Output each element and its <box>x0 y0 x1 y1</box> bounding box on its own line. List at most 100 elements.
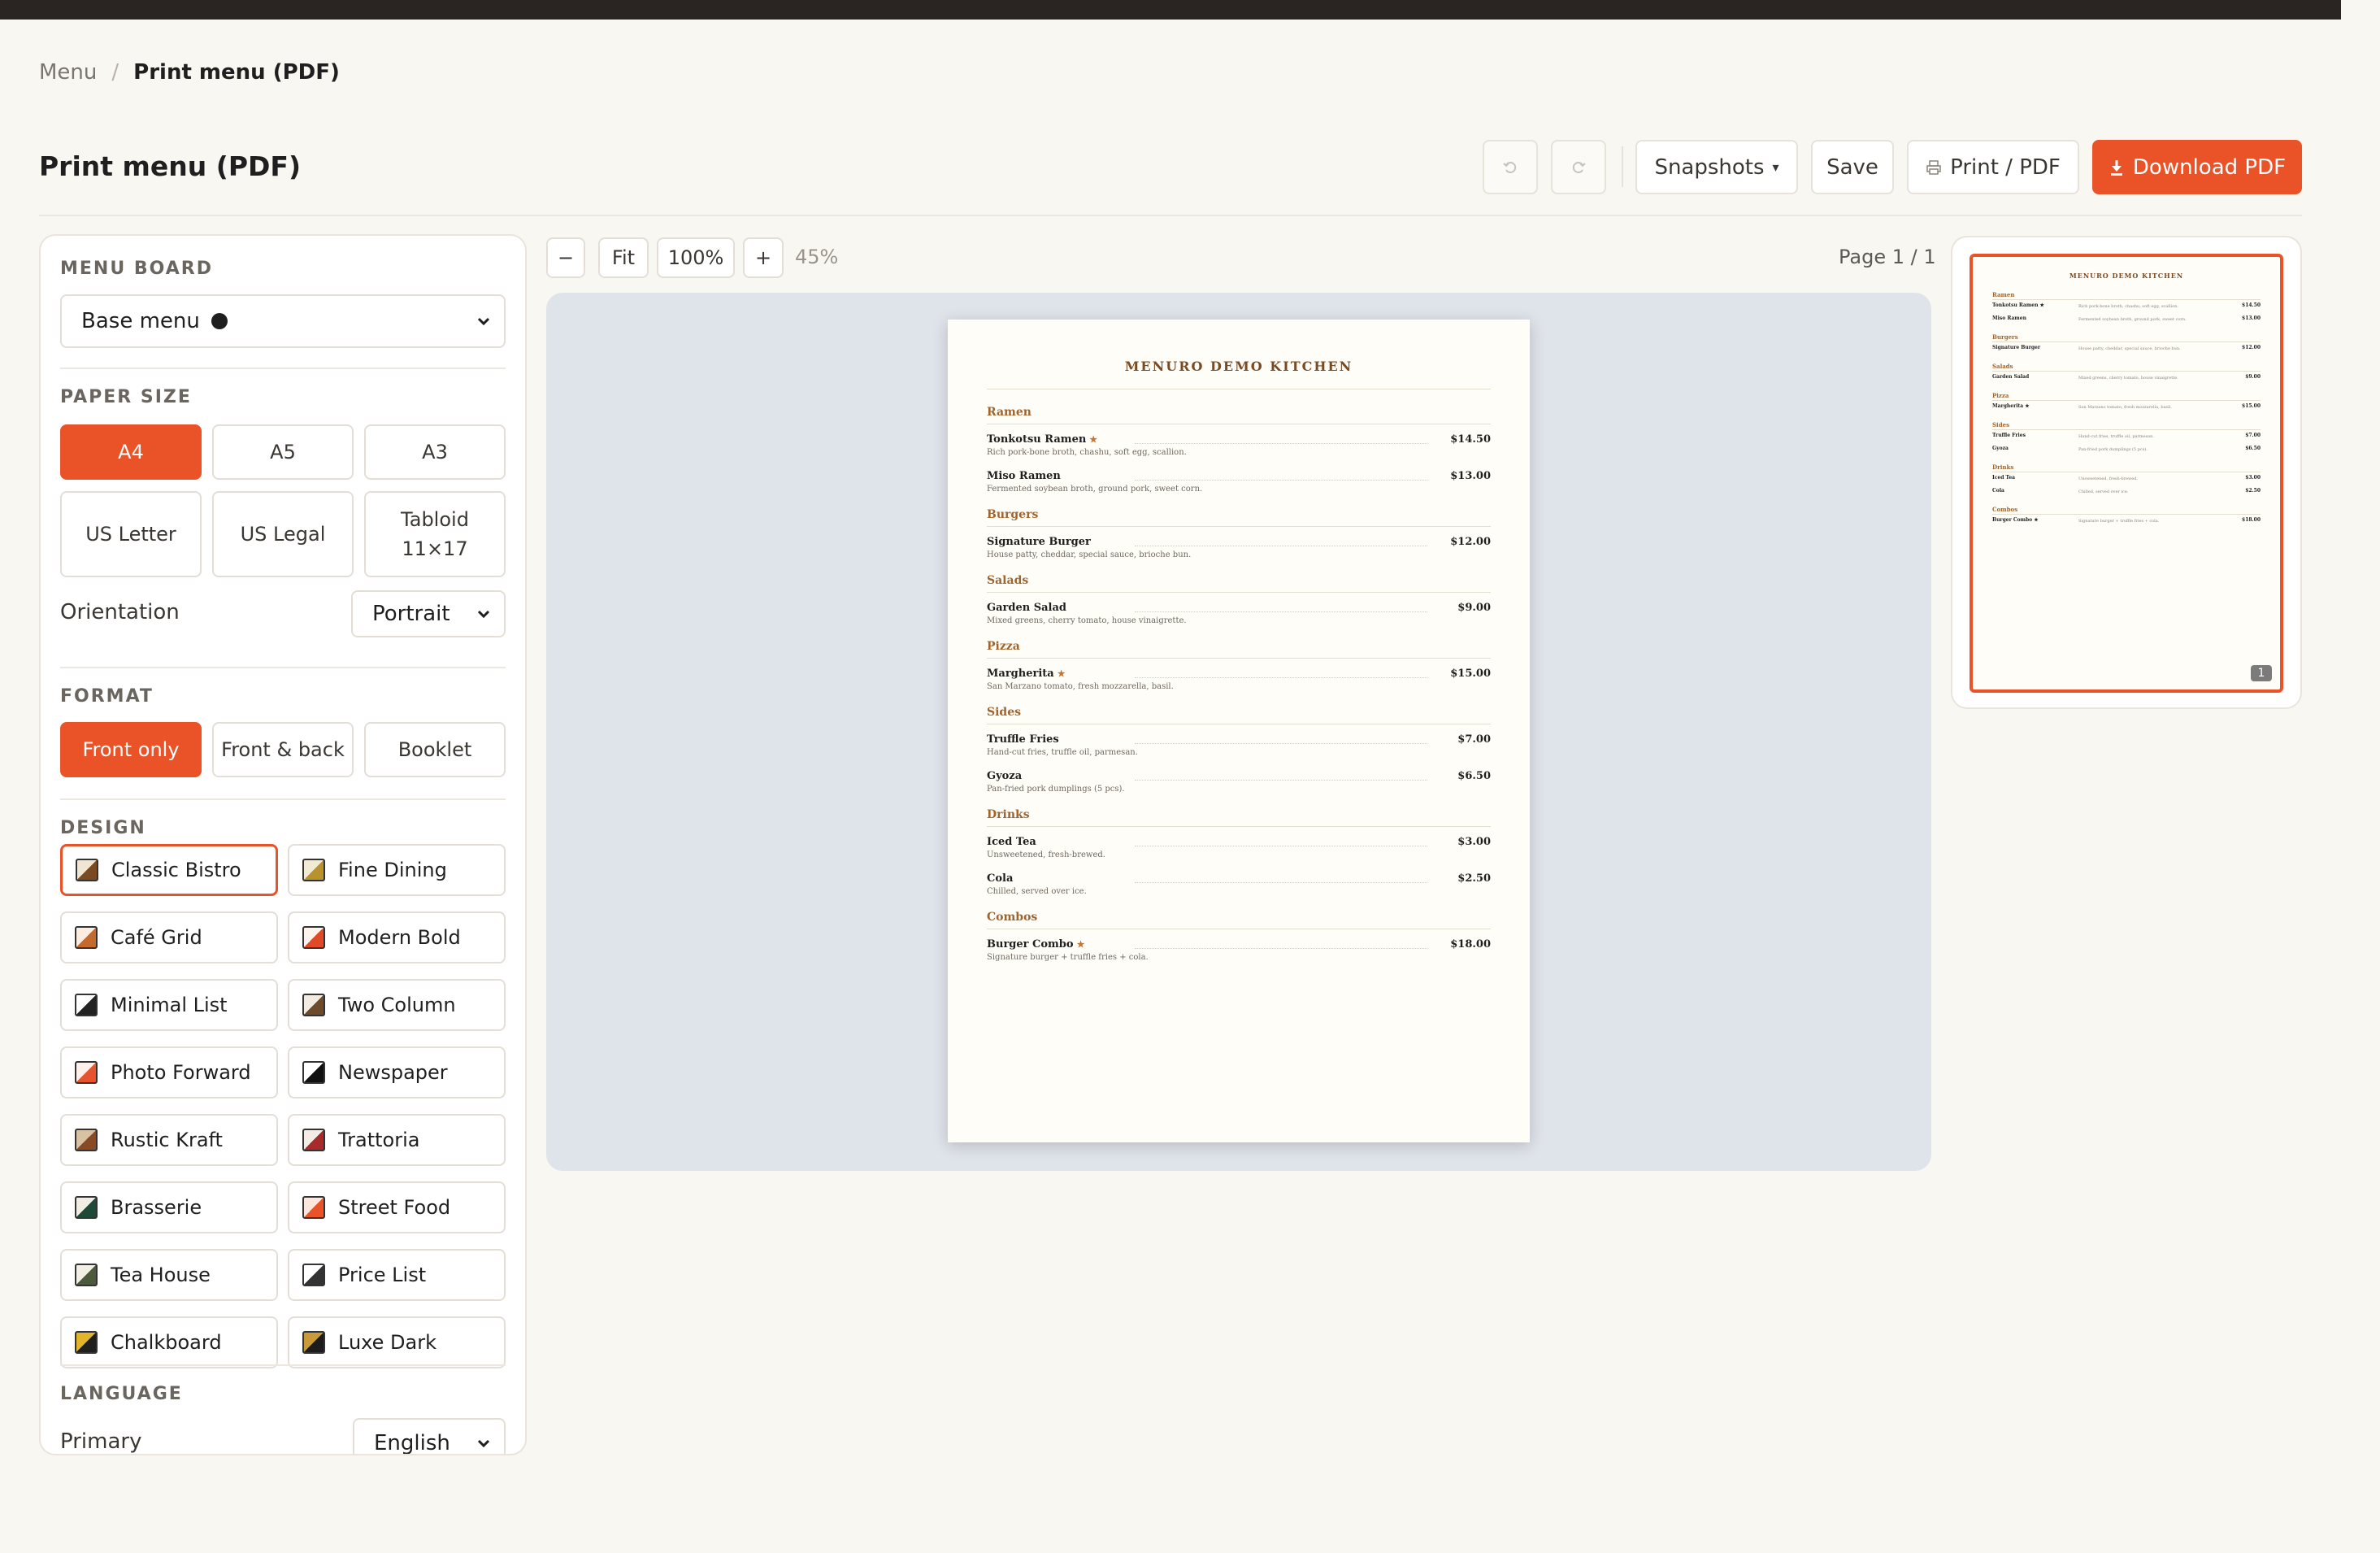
price-leader <box>1135 677 1427 678</box>
download-pdf-button[interactable]: Download PDF <box>2092 140 2302 194</box>
format-front-back-option[interactable]: Front & back <box>212 722 354 777</box>
menu-item-description: Pan-fried pork dumplings (5 pcs). <box>987 785 1125 794</box>
design-option[interactable]: Tea House <box>60 1249 278 1301</box>
thumb-menu-title: MENURO DEMO KITCHEN <box>2069 272 2184 280</box>
thumb-item-description: House patty, cheddar, special sauce, bri… <box>2078 346 2181 351</box>
design-option[interactable]: Modern Bold <box>288 911 506 964</box>
featured-star-icon: ★ <box>1057 668 1066 679</box>
design-swatch-icon <box>302 994 325 1016</box>
design-option-label: Luxe Dark <box>338 1331 436 1354</box>
menu-item-price: $6.50 <box>1457 770 1491 782</box>
tabloid-line1: Tabloid <box>401 508 469 531</box>
settings-sidebar[interactable]: MENU BOARD Base menu PAPER SIZE A4 A5 A3… <box>39 234 527 1455</box>
design-option[interactable]: Price List <box>288 1249 506 1301</box>
thumb-section-rule <box>1992 371 2261 372</box>
design-option-label: Fine Dining <box>338 859 447 881</box>
save-button[interactable]: Save <box>1811 140 1894 194</box>
design-option[interactable]: Street Food <box>288 1181 506 1233</box>
snapshots-dropdown[interactable]: Snapshots ▾ <box>1635 140 1798 194</box>
zoom-100-button[interactable]: 100% <box>657 237 735 278</box>
thumb-item-price: $6.50 <box>2245 446 2261 451</box>
design-option-label: Café Grid <box>111 926 202 949</box>
thumb-item-name: Signature Burger <box>1992 345 2041 350</box>
redo-icon <box>1572 161 1586 173</box>
format-front-only-option[interactable]: Front only <box>60 722 202 777</box>
design-option[interactable]: Café Grid <box>60 911 278 964</box>
top-app-bar <box>0 0 2341 20</box>
orientation-select[interactable]: Portrait <box>351 590 506 637</box>
design-option-label: Newspaper <box>338 1061 448 1084</box>
print-pdf-label: Print / PDF <box>1950 154 2061 180</box>
menu-board-value: Base menu <box>81 309 200 333</box>
breadcrumb: Menu / Print menu (PDF) <box>39 60 340 85</box>
menu-item-price: $18.00 <box>1450 938 1491 951</box>
redo-button[interactable] <box>1551 140 1606 194</box>
menu-item-price: $9.00 <box>1457 602 1491 614</box>
menu-item-name: Margherita ★ <box>987 668 1066 680</box>
design-swatch-icon <box>302 926 325 949</box>
design-option-label: Minimal List <box>111 994 228 1016</box>
thumb-section-rule <box>1992 514 2261 515</box>
paper-a3-option[interactable]: A3 <box>364 424 506 480</box>
design-swatch-icon <box>75 1331 98 1354</box>
design-option[interactable]: Rustic Kraft <box>60 1114 278 1166</box>
menu-item-name: Signature Burger <box>987 536 1091 548</box>
thumb-item-price: $7.00 <box>2245 433 2261 438</box>
zoom-in-button[interactable]: + <box>743 237 784 278</box>
page-indicator: Page 1 / 1 <box>1839 246 1936 268</box>
breadcrumb-separator: / <box>111 60 119 85</box>
zoom-fit-button[interactable]: Fit <box>598 237 649 278</box>
thumb-item-name: Cola <box>1992 488 2004 494</box>
thumb-item-name: Iced Tea <box>1992 475 2016 481</box>
menu-item-description: Rich pork-bone broth, chashu, soft egg, … <box>987 448 1187 457</box>
thumb-item-price: $14.50 <box>2242 302 2261 308</box>
design-option[interactable]: Luxe Dark <box>288 1316 506 1368</box>
design-option[interactable]: Classic Bistro <box>60 844 278 896</box>
tabloid-line2: 11×17 <box>402 537 468 560</box>
menu-item-price: $14.50 <box>1450 433 1491 446</box>
menu-board-select[interactable]: Base menu <box>60 294 506 348</box>
price-leader <box>1135 743 1427 744</box>
design-swatch-icon <box>302 1331 325 1354</box>
paper-a4-option[interactable]: A4 <box>60 424 202 480</box>
thumb-section-heading: Burgers <box>1992 333 2018 341</box>
undo-button[interactable] <box>1483 140 1538 194</box>
zoom-out-button[interactable]: − <box>546 237 585 278</box>
paper-a5-option[interactable]: A5 <box>212 424 354 480</box>
page-thumbnail[interactable]: MENURO DEMO KITCHEN 1 Ramen Tonkotsu Rame… <box>1970 254 2283 693</box>
design-option[interactable]: Photo Forward <box>60 1046 278 1098</box>
design-swatch-icon <box>302 1264 325 1286</box>
menu-item-price: $15.00 <box>1450 668 1491 680</box>
design-option[interactable]: Brasserie <box>60 1181 278 1233</box>
thumb-item-description: Chilled, served over ice. <box>2078 489 2129 494</box>
design-option[interactable]: Fine Dining <box>288 844 506 896</box>
primary-language-value: English <box>374 1431 450 1455</box>
format-booklet-option[interactable]: Booklet <box>364 722 506 777</box>
thumb-item-price: $15.00 <box>2242 403 2261 409</box>
printer-icon <box>1926 159 1941 175</box>
primary-language-select[interactable]: English <box>353 1418 506 1455</box>
design-option[interactable]: Trattoria <box>288 1114 506 1166</box>
design-option-label: Tea House <box>111 1264 211 1286</box>
thumb-item-name: Garden Salad <box>1992 374 2030 380</box>
design-option-label: Modern Bold <box>338 926 461 949</box>
header-divider <box>39 215 2302 216</box>
paper-tabloid-option[interactable]: Tabloid 11×17 <box>364 491 506 577</box>
chevron-down-icon <box>477 317 490 326</box>
design-option-label: Chalkboard <box>111 1331 222 1354</box>
section-divider <box>60 667 506 668</box>
design-option-label: Street Food <box>338 1196 451 1219</box>
breadcrumb-menu-link[interactable]: Menu <box>39 60 97 85</box>
menu-item-description: San Marzano tomato, fresh mozzarella, ba… <box>987 682 1174 691</box>
design-option[interactable]: Minimal List <box>60 979 278 1031</box>
thumb-item-name: Miso Ramen <box>1992 315 2026 321</box>
paper-us-letter-option[interactable]: US Letter <box>60 491 202 577</box>
section-rule <box>987 592 1491 593</box>
print-pdf-button[interactable]: Print / PDF <box>1907 140 2079 194</box>
featured-star-icon: ★ <box>1089 434 1098 445</box>
design-option-label: Photo Forward <box>111 1061 251 1084</box>
design-option[interactable]: Two Column <box>288 979 506 1031</box>
design-option[interactable]: Chalkboard <box>60 1316 278 1368</box>
design-option[interactable]: Newspaper <box>288 1046 506 1098</box>
paper-us-legal-option[interactable]: US Legal <box>212 491 354 577</box>
